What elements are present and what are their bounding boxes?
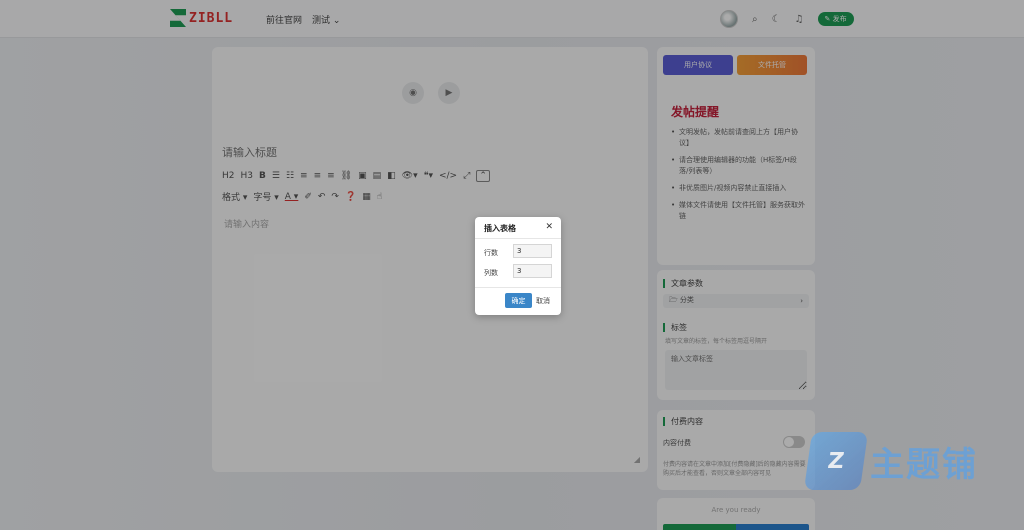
cols-input[interactable] (513, 264, 552, 278)
close-icon[interactable]: ✕ (545, 222, 553, 232)
insert-table-dialog: 插入表格 ✕ 行数 列数 确定 取消 (475, 217, 561, 315)
divider (475, 287, 561, 288)
watermark-logo-icon: Z (803, 432, 869, 490)
watermark-text: 主题铺 (870, 444, 978, 485)
cols-label: 列数 (484, 269, 498, 277)
divider (475, 238, 561, 239)
confirm-button[interactable]: 确定 (505, 293, 532, 308)
watermark: Z 主题铺 (803, 432, 978, 490)
cancel-button[interactable]: 取消 (536, 296, 550, 306)
rows-label: 行数 (484, 249, 498, 257)
dialog-title: 插入表格 (484, 224, 516, 233)
rows-input[interactable] (513, 244, 552, 258)
